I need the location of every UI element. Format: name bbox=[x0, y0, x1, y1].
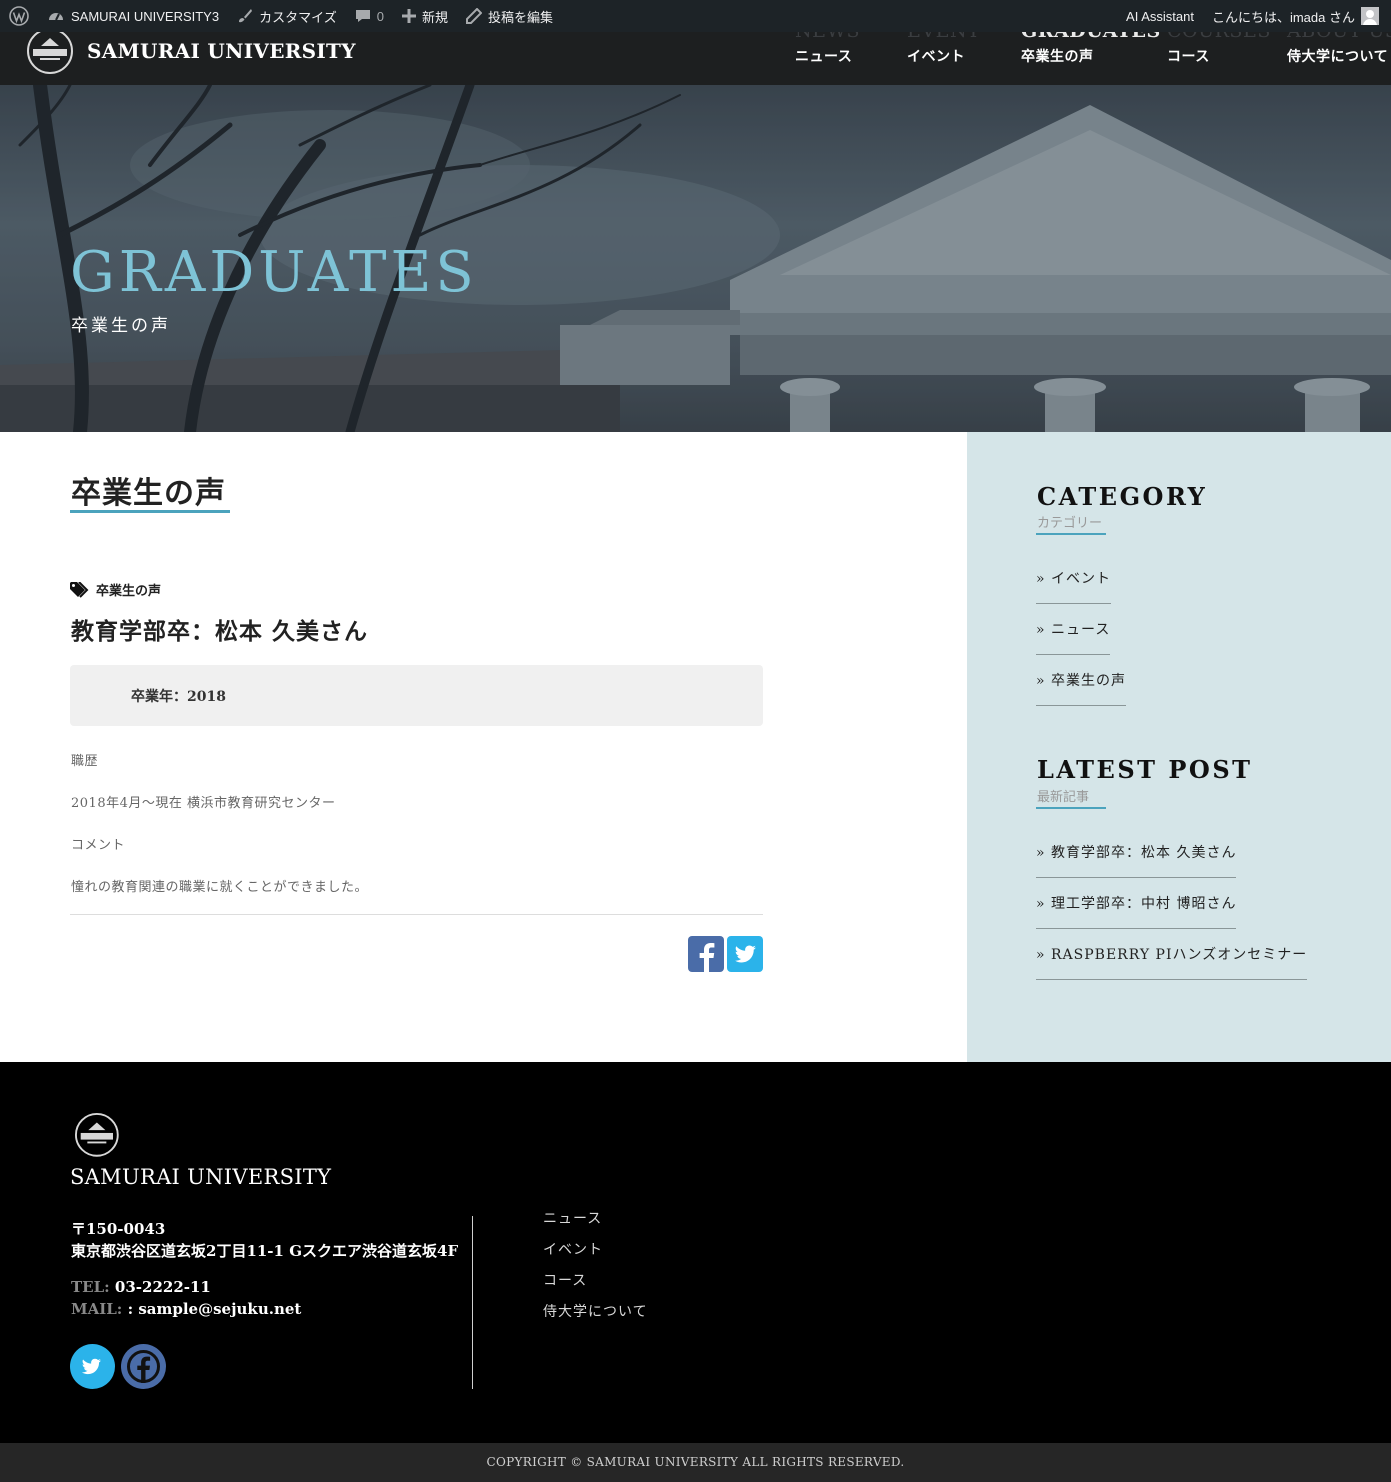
facebook-icon bbox=[127, 1350, 160, 1383]
page-title: 卒業生の声 bbox=[71, 476, 226, 511]
avatar bbox=[1361, 7, 1379, 25]
twitter-icon bbox=[81, 1358, 101, 1375]
wp-admin-bar: SAMURAI UNIVERSITY3 カスタマイズ 0 新規 投稿を編集 AI… bbox=[0, 0, 1391, 32]
nav-item-en: EVENT bbox=[907, 32, 980, 42]
tags-icon bbox=[70, 581, 89, 598]
admin-site-link[interactable]: SAMURAI UNIVERSITY3 bbox=[38, 0, 228, 32]
admin-customize-link[interactable]: カスタマイズ bbox=[228, 0, 346, 32]
divider bbox=[70, 914, 763, 915]
university-emblem-icon bbox=[27, 32, 73, 74]
dashboard-icon bbox=[49, 13, 63, 21]
nav-item-about-us[interactable]: ABOUT US 侍大学について bbox=[1287, 32, 1391, 85]
copyright-text: COPYRIGHT © SAMURAI UNIVERSITY ALL RIGHT… bbox=[486, 1455, 905, 1469]
admin-site-name: SAMURAI UNIVERSITY3 bbox=[71, 8, 220, 24]
comment-text: 憧れの教育関連の職業に就くことができました。 bbox=[71, 880, 369, 895]
nav-item-jp: ニュース bbox=[795, 49, 853, 65]
category-widget-title: CATEGORY bbox=[1037, 482, 1208, 511]
admin-bar-left: SAMURAI UNIVERSITY3 カスタマイズ 0 新規 投稿を編集 bbox=[0, 0, 562, 32]
hero-title: GRADUATES bbox=[70, 240, 478, 305]
ai-assistant-label: AI Assistant bbox=[1126, 8, 1194, 24]
sidebar: CATEGORY カテゴリー » イベント » ニュース » 卒業生の声 LAT… bbox=[967, 432, 1391, 1062]
comment-heading: コメント bbox=[71, 838, 126, 853]
footer-nav-news[interactable]: ニュース bbox=[543, 1208, 602, 1228]
site-logo-link[interactable]: SAMURAI UNIVERSITY bbox=[27, 32, 356, 74]
twitter-icon bbox=[734, 945, 756, 963]
pencil-icon bbox=[465, 8, 482, 24]
nav-item-en: NEWS bbox=[795, 32, 860, 42]
nav-item-graduates[interactable]: GRADUATES 卒業生の声 bbox=[1021, 32, 1160, 85]
admin-comments-link[interactable]: 0 bbox=[346, 0, 393, 32]
footer-twitter-link[interactable] bbox=[70, 1344, 115, 1389]
nav-item-event[interactable]: EVENT イベント bbox=[907, 32, 980, 85]
footer-facebook-link[interactable] bbox=[121, 1344, 166, 1389]
copyright-bar: COPYRIGHT © SAMURAI UNIVERSITY ALL RIGHT… bbox=[0, 1443, 1391, 1482]
admin-comments-count: 0 bbox=[376, 8, 384, 24]
career-text: 2018年4月～現在 横浜市教育研究センター bbox=[71, 796, 336, 811]
footer-postal-code: 〒150-0043 bbox=[71, 1220, 166, 1238]
mail-address[interactable]: : sample@sejuku.net bbox=[128, 1300, 302, 1318]
sidebar-latest-post-1[interactable]: » 教育学部卒：松本 久美さん bbox=[1036, 842, 1237, 878]
post-category[interactable]: 卒業生の声 bbox=[70, 580, 161, 599]
ai-assistant-link[interactable]: AI Assistant bbox=[1117, 0, 1203, 32]
admin-new-link[interactable]: 新規 bbox=[393, 0, 457, 32]
nav-item-courses[interactable]: COURSES コース bbox=[1167, 32, 1270, 85]
page-title-underline bbox=[70, 510, 230, 513]
admin-greeting: こんにちは、imada さん bbox=[1211, 9, 1355, 25]
admin-new-label: 新規 bbox=[421, 9, 448, 25]
comment-icon bbox=[355, 10, 370, 22]
sidebar-latest-post-3[interactable]: » RASPBERRY PIハンズオンセミナー bbox=[1036, 944, 1308, 980]
latest-post-widget-subtitle: 最新記事 bbox=[1037, 790, 1090, 805]
nav-item-jp: コース bbox=[1167, 49, 1210, 65]
hero-subtitle: 卒業生の声 bbox=[71, 316, 171, 336]
nav-item-en: COURSES bbox=[1167, 32, 1271, 42]
site-title: SAMURAI UNIVERSITY bbox=[87, 39, 356, 63]
post-category-label: 卒業生の声 bbox=[96, 584, 162, 599]
graduation-year-box: 卒業年：2018 bbox=[70, 665, 763, 726]
admin-account-menu[interactable]: こんにちは、imada さん bbox=[1203, 0, 1391, 32]
sidebar-category-event[interactable]: » イベント bbox=[1036, 568, 1112, 604]
graduation-year: 卒業年：2018 bbox=[131, 689, 226, 705]
twitter-share-button[interactable] bbox=[727, 936, 763, 972]
footer-nav-courses[interactable]: コース bbox=[543, 1270, 587, 1290]
nav-item-jp: 卒業生の声 bbox=[1021, 49, 1094, 65]
wordpress-logo-icon[interactable] bbox=[0, 0, 38, 32]
main-content: 卒業生の声 卒業生の声 教育学部卒：松本 久美さん 卒業年：2018 職歴 20… bbox=[0, 432, 967, 1062]
latest-post-widget-underline bbox=[1036, 807, 1106, 809]
post-title: 教育学部卒：松本 久美さん bbox=[71, 618, 369, 645]
sidebar-category-graduates[interactable]: » 卒業生の声 bbox=[1036, 670, 1127, 706]
site-footer: SAMURAI UNIVERSITY 〒150-0043 東京都渋谷区道玄坂2丁… bbox=[0, 1062, 1391, 1443]
mail-label: MAIL: bbox=[71, 1300, 123, 1318]
admin-edit-post-label: 投稿を編集 bbox=[487, 9, 553, 25]
site-header: SAMURAI UNIVERSITY NEWS ニュース EVENT イベント … bbox=[0, 32, 1391, 85]
nav-item-en: GRADUATES bbox=[1021, 32, 1161, 42]
brush-icon bbox=[239, 9, 253, 23]
nav-item-en: ABOUT US bbox=[1287, 32, 1391, 42]
nav-item-news[interactable]: NEWS ニュース bbox=[795, 32, 885, 85]
category-widget-subtitle: カテゴリー bbox=[1037, 516, 1103, 531]
footer-nav-about-us[interactable]: 侍大学について bbox=[543, 1301, 648, 1321]
latest-post-widget-title: LATEST POST bbox=[1037, 755, 1253, 784]
footer-divider bbox=[472, 1216, 473, 1389]
category-widget-underline bbox=[1036, 533, 1106, 535]
admin-customize-label: カスタマイズ bbox=[259, 9, 337, 25]
admin-bar-right: AI Assistant こんにちは、imada さん bbox=[1117, 0, 1391, 32]
sidebar-category-news[interactable]: » ニュース bbox=[1036, 619, 1111, 655]
footer-tel: TEL: 03-2222-11 bbox=[71, 1278, 211, 1296]
career-heading: 職歴 bbox=[71, 754, 99, 769]
footer-nav-event[interactable]: イベント bbox=[543, 1239, 603, 1259]
nav-item-jp: 侍大学について bbox=[1287, 49, 1389, 65]
footer-address: 東京都渋谷区道玄坂2丁目11-1 Gスクエア渋谷道玄坂4F bbox=[71, 1242, 459, 1260]
tel-number: 03-2222-11 bbox=[114, 1278, 211, 1296]
footer-site-title: SAMURAI UNIVERSITY bbox=[70, 1165, 332, 1189]
hero-banner: GRADUATES 卒業生の声 bbox=[0, 85, 1391, 432]
nav-item-jp: イベント bbox=[907, 49, 965, 65]
footer-emblem-icon bbox=[75, 1113, 119, 1157]
plus-icon bbox=[401, 9, 416, 23]
facebook-icon bbox=[699, 943, 715, 972]
sidebar-latest-post-2[interactable]: » 理工学部卒：中村 博昭さん bbox=[1036, 893, 1237, 929]
footer-mail: MAIL: : sample@sejuku.net bbox=[71, 1300, 301, 1318]
facebook-share-button[interactable] bbox=[688, 936, 724, 972]
tel-label: TEL: bbox=[71, 1278, 110, 1296]
admin-edit-post-link[interactable]: 投稿を編集 bbox=[457, 0, 562, 32]
